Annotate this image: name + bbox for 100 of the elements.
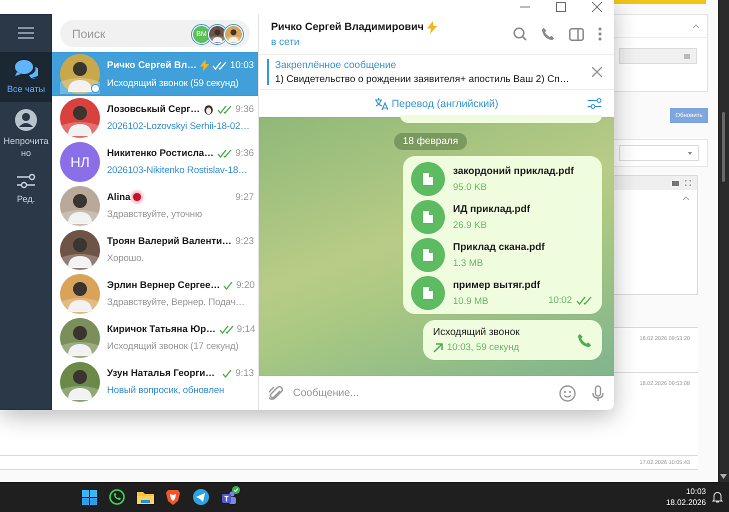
close-icon [592, 67, 602, 77]
chat-preview: Здравствуйте, уточню [107, 208, 202, 220]
avatar [209, 26, 226, 43]
maximize-button[interactable] [554, 1, 568, 13]
sliders-icon [587, 97, 602, 110]
phone-icon [577, 332, 592, 348]
phone-icon [541, 27, 555, 41]
call-button[interactable] [541, 27, 555, 41]
chat-preview: Исходящий звонок (59 секунд) [107, 76, 239, 90]
clock-time: 10:03 [684, 486, 706, 497]
chat-time: 9:14 [236, 324, 256, 334]
document-icon [422, 172, 434, 186]
translate-settings-button[interactable] [587, 97, 602, 110]
chevron-up-icon[interactable] [683, 196, 689, 200]
chat-item[interactable]: Троян Валерий Валенти… 9:23 Хорошо. [52, 228, 258, 272]
chat-item[interactable]: Киричок Татьяна Юр… 9:14 Исходящий звонок (17 секунд) [52, 316, 258, 360]
file-button[interactable] [411, 162, 445, 196]
chat-item[interactable]: Эрлин Вернер Сергее… 9:20 Здравствуйте, Вернер. Подач… [52, 272, 258, 316]
search-icon [513, 27, 527, 41]
online-status: в сети [271, 36, 300, 48]
paperclip-icon [269, 385, 283, 401]
file-button[interactable] [411, 238, 445, 272]
minimize-icon [520, 6, 530, 8]
contact-name: Ричко Сергей Владимирович [271, 21, 424, 33]
microphone-icon [592, 384, 604, 402]
menu-icon [18, 27, 34, 39]
date-separator: 18 февраля [394, 133, 468, 150]
chat-time: 9:13 [235, 368, 254, 378]
chat-name: Киричок Татьяна Юр… [107, 324, 216, 334]
chat-name: Эрлин Вернер Сергее… [107, 280, 220, 290]
chevron-up-icon[interactable] [693, 24, 699, 28]
chat-name: Лозовськый Серг… [107, 104, 200, 114]
chat-item[interactable]: Лозовськый Серг… 9:36 2026102-Lozovskyi Serhii-18-02… [52, 96, 258, 140]
folder-icon [136, 490, 154, 504]
message-time: 10:02 [548, 295, 572, 306]
file-button[interactable] [411, 200, 445, 234]
windows-icon [82, 490, 96, 504]
chat-item[interactable]: Узун Наталья Георги… 9:13 Новый вопросик, обновлен [52, 360, 258, 404]
taskbar-app[interactable] [106, 486, 128, 508]
avatar [60, 54, 100, 94]
phone-bubble-icon [109, 489, 125, 505]
pinned-message[interactable]: 1) Свидетельство о рождении заявителя+ апостиль Ваш 2) Сп… [275, 74, 592, 84]
user-icon [15, 109, 37, 131]
chat-name: Троян Валерий Валенти… [107, 236, 232, 246]
avatar [225, 26, 242, 43]
paper-plane-icon [193, 489, 209, 505]
file-name: пример вытяг.pdf [453, 280, 542, 290]
calendar-icon [684, 54, 690, 58]
clock-date: 18.02.2026 [666, 497, 706, 508]
call-button[interactable] [577, 332, 592, 348]
chat-preview: Здравствуйте, Вернер. Подач… [107, 296, 245, 308]
chat-item[interactable]: Alina 9:27 Здравствуйте, уточню [52, 184, 258, 228]
chat-preview: Новый вопросик, обновлен [107, 384, 224, 396]
file-size: 95.0 KB [453, 182, 487, 192]
close-icon [592, 2, 602, 12]
file-size: 1.3 MB [453, 258, 484, 268]
outgoing-arrow-icon [433, 342, 443, 352]
sliders-icon [16, 173, 36, 189]
chat-name: Ричко Сергей Вл… [107, 60, 197, 70]
avatar: НЛ [60, 142, 100, 182]
close-pinned-button[interactable] [592, 67, 602, 77]
folder-tab[interactable]: Ред. [0, 166, 52, 212]
sidebar-toggle-button[interactable] [569, 27, 584, 41]
date-field[interactable] [619, 48, 697, 64]
select-field[interactable] [619, 145, 699, 161]
taskbar-app[interactable] [190, 486, 212, 508]
chat-preview: Исходящий звонок (17 секунд) [107, 340, 239, 352]
close-button[interactable] [590, 1, 604, 13]
attach-button[interactable] [269, 385, 283, 401]
file-name: закордоний приклад.pdf [453, 166, 575, 176]
file-name: Приклад скана.pdf [453, 242, 546, 252]
chat-time: 10:03 [230, 60, 254, 70]
keyboard-icon[interactable] [672, 180, 679, 186]
chat-time: 9:27 [235, 192, 254, 202]
chat-preview: 2026102-Lozovskyi Serhii-18-02… [107, 120, 250, 133]
maximize-icon [556, 2, 566, 12]
scrollbar-thumb[interactable] [722, 112, 725, 182]
file-button[interactable] [411, 276, 445, 310]
chat-time: 9:23 [235, 236, 254, 246]
translate-icon [374, 98, 388, 110]
chat-preview: 2026103-Nikitenko Rostislav-18… [107, 164, 248, 176]
file-size: 10.9 MB [453, 296, 488, 306]
chat-time: 9:36 [235, 104, 254, 114]
voice-button[interactable] [592, 384, 604, 402]
message-input[interactable]: Сообщение... [291, 386, 551, 400]
chat-time: 9:20 [236, 280, 255, 290]
fullscreen-icon[interactable] [685, 180, 691, 186]
folder-tab[interactable]: Все чаты [0, 52, 52, 102]
bell-icon[interactable] [712, 491, 723, 503]
chat-time: 9:36 [235, 148, 254, 158]
search-button[interactable] [513, 27, 527, 41]
scroll-down-icon[interactable] [720, 474, 727, 479]
emoji-button[interactable] [559, 384, 576, 402]
more-icon [598, 27, 602, 41]
folder-tab[interactable]: Непрочитано [0, 102, 52, 166]
more-button[interactable] [598, 27, 602, 41]
people-icon [221, 490, 237, 504]
caret-icon [688, 152, 692, 154]
chat-item[interactable]: НЛ Никитенко Ростисла… 9:36 2026103-Nikitenko Rostislav-18… [52, 140, 258, 184]
call-title: Исходящий звонок [433, 327, 521, 338]
